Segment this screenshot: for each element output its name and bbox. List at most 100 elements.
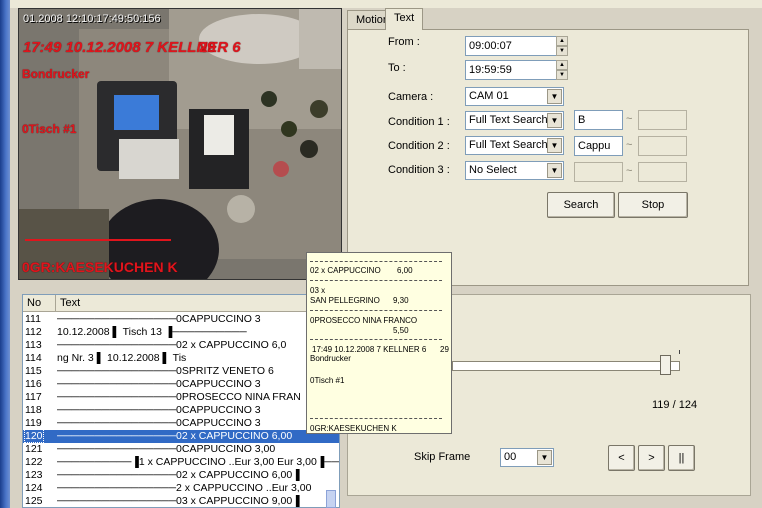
condition1-value-field[interactable]: B <box>574 110 623 130</box>
video-timestamp: 01.2008 12:10:17:49:50:156 <box>23 13 161 25</box>
list-row-text: ────────────────0PROSECCO NINA FRAN <box>57 391 301 403</box>
list-row-text: 10.12.2008 ▌ Tisch 13 ▐────────── <box>57 326 247 338</box>
chevron-down-icon[interactable]: ▼ <box>547 138 562 153</box>
stop-button[interactable]: Stop <box>618 192 688 218</box>
from-time-spinner[interactable]: ▲ ▼ <box>556 36 568 56</box>
to-time-spinner[interactable]: ▲ ▼ <box>556 60 568 80</box>
from-time-field[interactable]: 09:00:07 <box>465 36 557 56</box>
to-label: To : <box>388 62 406 74</box>
list-row-text: ────────────────0CAPPUCCINO 3,00 <box>57 443 276 455</box>
receipt-line: SAN PELLEGRINO <box>310 296 380 305</box>
list-row-text: ────────────────0CAPPUCCINO 3 <box>57 313 261 325</box>
list-row[interactable]: 122 ──────────▐1 x CAPPUCCINO ..Eur 3,00 … <box>23 456 339 469</box>
chevron-down-icon[interactable]: ▼ <box>547 113 562 128</box>
result-list[interactable]: No Text 111 ────────────────0CAPPUCCINO 3… <box>22 294 340 508</box>
list-row[interactable]: 120 ────────────────02 x CAPPUCCINO 6,00 <box>23 429 339 443</box>
condition2-mode-select[interactable]: Full Text Search ▼ <box>465 136 564 155</box>
tab-text[interactable]: Text <box>385 8 424 30</box>
condition2-value-field[interactable]: Cappu <box>574 136 623 156</box>
list-row-text: ────────────────0CAPPUCCINO 3 <box>57 417 261 429</box>
video-overlay-tisch: 0Tisch #1 <box>22 122 77 136</box>
condition3-range-dash: ~ <box>626 165 633 177</box>
list-row[interactable]: 114 ng Nr. 3 ▌ 10.12.2008 ▌ Tis <box>23 352 339 365</box>
receipt-divider <box>310 418 442 419</box>
spin-up-icon[interactable]: ▲ <box>556 36 568 46</box>
column-header-no[interactable]: No <box>23 295 56 312</box>
condition1-range-field <box>638 110 687 130</box>
search-button[interactable]: Search <box>547 192 615 218</box>
receipt-line: 0GR:KAESEKUCHEN K <box>310 424 397 433</box>
chevron-down-icon[interactable]: ▼ <box>537 450 552 465</box>
condition1-mode-value: Full Text Search <box>469 114 548 126</box>
list-row[interactable]: 125 ────────────────03 x CAPPUCCINO 9,00▐ <box>23 495 339 507</box>
list-row-number: 125 <box>25 495 43 507</box>
receipt-divider <box>310 310 442 311</box>
receipt-tooltip: 02 x CAPPUCCINO 6,00 03 x SAN PELLEGRINO… <box>306 252 452 434</box>
window-top-strip <box>10 0 762 8</box>
playback-slider-track[interactable] <box>452 361 680 371</box>
list-row[interactable]: 118 ────────────────0CAPPUCCINO 3 <box>23 404 339 417</box>
list-row-text: ────────────────02 x CAPPUCCINO 6,0 <box>57 339 287 351</box>
next-frame-button[interactable]: > <box>638 445 665 471</box>
camera-label: Camera : <box>388 91 434 103</box>
list-row[interactable]: 115 ────────────────0SPRITZ VENETO 6 <box>23 365 339 378</box>
list-row[interactable]: 113 ────────────────02 x CAPPUCCINO 6,0 <box>23 339 339 352</box>
list-row[interactable]: 119 ────────────────0CAPPUCCINO 3 <box>23 417 339 430</box>
list-row-number: 120 <box>24 429 44 443</box>
spin-up-icon[interactable]: ▲ <box>556 60 568 70</box>
receipt-line: 0Tisch #1 <box>310 376 345 385</box>
list-row[interactable]: 111 ────────────────0CAPPUCCINO 3 <box>23 313 339 326</box>
condition3-mode-select[interactable]: No Select ▼ <box>465 161 564 180</box>
previous-frame-button[interactable]: < <box>608 445 635 471</box>
camera-select-value: CAM 01 <box>469 90 509 102</box>
condition1-mode-select[interactable]: Full Text Search ▼ <box>465 111 564 130</box>
video-overlay-bondrucker: Bondrucker <box>22 67 90 81</box>
video-overlay-item: 0GR:KAESEKUCHEN K <box>22 259 178 275</box>
list-row-text: ────────────────0CAPPUCCINO 3 <box>57 404 261 416</box>
condition3-label: Condition 3 : <box>388 164 450 176</box>
list-row[interactable]: 117 ────────────────0PROSECCO NINA FRAN <box>23 391 339 404</box>
list-row-number: 121 <box>25 443 43 455</box>
list-row[interactable]: 121 ────────────────0CAPPUCCINO 3,00 <box>23 443 339 456</box>
list-row-number: 115 <box>25 365 42 377</box>
list-row[interactable]: 112 10.12.2008 ▌ Tisch 13 ▐────────── <box>23 326 339 339</box>
list-row-text: ────────────────0CAPPUCCINO 3 <box>57 378 261 390</box>
skip-frame-select[interactable]: 00 ▼ <box>500 448 554 467</box>
from-label: From : <box>388 36 420 48</box>
list-row-number: 113 <box>25 339 42 351</box>
condition1-label: Condition 1 : <box>388 116 450 128</box>
list-row-number: 124 <box>25 482 43 494</box>
receipt-line: 17:49 10.12.2008 7 KELLNER 6 <box>312 345 427 354</box>
receipt-line: Bondrucker <box>310 354 351 363</box>
chevron-down-icon[interactable]: ▼ <box>547 163 562 178</box>
list-row[interactable]: 116 ────────────────0CAPPUCCINO 3 <box>23 378 339 391</box>
pause-button[interactable]: || <box>668 445 695 471</box>
list-row-text: ────────────────03 x CAPPUCCINO 9,00▐ <box>57 495 300 507</box>
column-header-text[interactable]: Text <box>56 295 339 312</box>
list-row-number: 112 <box>25 326 42 338</box>
condition2-label: Condition 2 : <box>388 140 450 152</box>
to-time-field[interactable]: 19:59:59 <box>465 60 557 80</box>
list-row-number: 117 <box>25 391 42 403</box>
list-row-number: 119 <box>25 417 42 429</box>
condition3-value-field <box>574 162 623 182</box>
playback-slider-thumb[interactable] <box>660 355 671 375</box>
frame-counter: 119 / 124 <box>652 399 698 411</box>
spin-down-icon[interactable]: ▼ <box>556 46 568 56</box>
window-left-border <box>0 0 10 508</box>
list-row[interactable]: 124 ────────────────2 x CAPPUCCINO ..Eur … <box>23 482 339 495</box>
video-overlay-divider <box>25 239 171 241</box>
spin-down-icon[interactable]: ▼ <box>556 70 568 80</box>
video-preview[interactable]: 01.2008 12:10:17:49:50:156 17:49 10.12.2… <box>18 8 342 280</box>
condition2-range-dash: ~ <box>626 139 633 151</box>
list-row-text: ──────────▐1 x CAPPUCCINO ..Eur 3,00 Eur… <box>57 456 339 468</box>
receipt-line: 0PROSECCO NINA FRANCO <box>310 316 418 325</box>
list-scrollbar-thumb[interactable] <box>326 490 336 508</box>
list-row[interactable]: 123 ────────────────02 x CAPPUCCINO 6,00▐ <box>23 469 339 482</box>
camera-select[interactable]: CAM 01 ▼ <box>465 87 564 106</box>
chevron-down-icon[interactable]: ▼ <box>547 89 562 104</box>
video-overlay-receipt-number: 29 <box>199 39 216 56</box>
receipt-price: 6,00 <box>397 266 413 275</box>
list-row-number: 118 <box>25 404 42 416</box>
list-row-text: ng Nr. 3 ▌ 10.12.2008 ▌ Tis <box>57 352 187 364</box>
